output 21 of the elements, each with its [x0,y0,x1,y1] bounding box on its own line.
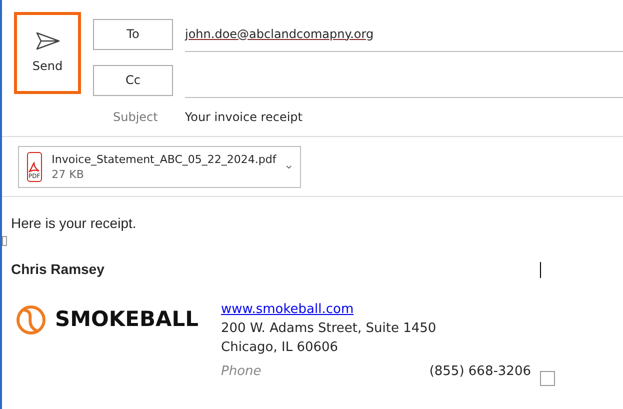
send-button[interactable]: Send [14,12,81,94]
smokeball-logo: SMOKEBALL [11,300,221,340]
recipient-button[interactable]: To [93,18,173,50]
attachment-name: Invoice_Statement_ABC_05_22_2024.pdf [52,152,276,167]
table-resize-handle[interactable] [540,371,555,386]
signature-name: Chris Ramsey [11,260,104,279]
website-link[interactable]: www.smokeball.com [221,300,531,319]
body-text: Here is your receipt. [11,214,138,233]
recipient-field[interactable]: john.doe@abclandcomapny.org [185,16,623,52]
phone-label: Phone [221,363,262,381]
table-move-handle[interactable] [2,236,7,246]
text-cursor [540,262,541,278]
subject-field[interactable]: Your invoice receipt [184,108,302,126]
attachment-size: 27 KB [52,167,85,182]
chevron-down-icon[interactable] [286,164,292,170]
recipient-button[interactable]: Cc [93,64,173,96]
send-icon [34,31,60,51]
address-line: Chicago, IL 60606 [221,339,340,357]
subject-label: Subject [113,109,158,126]
phone-number: (855) 668-3206 [429,363,531,381]
address-line: 200 W. Adams Street, Suite 1450 [221,320,438,338]
